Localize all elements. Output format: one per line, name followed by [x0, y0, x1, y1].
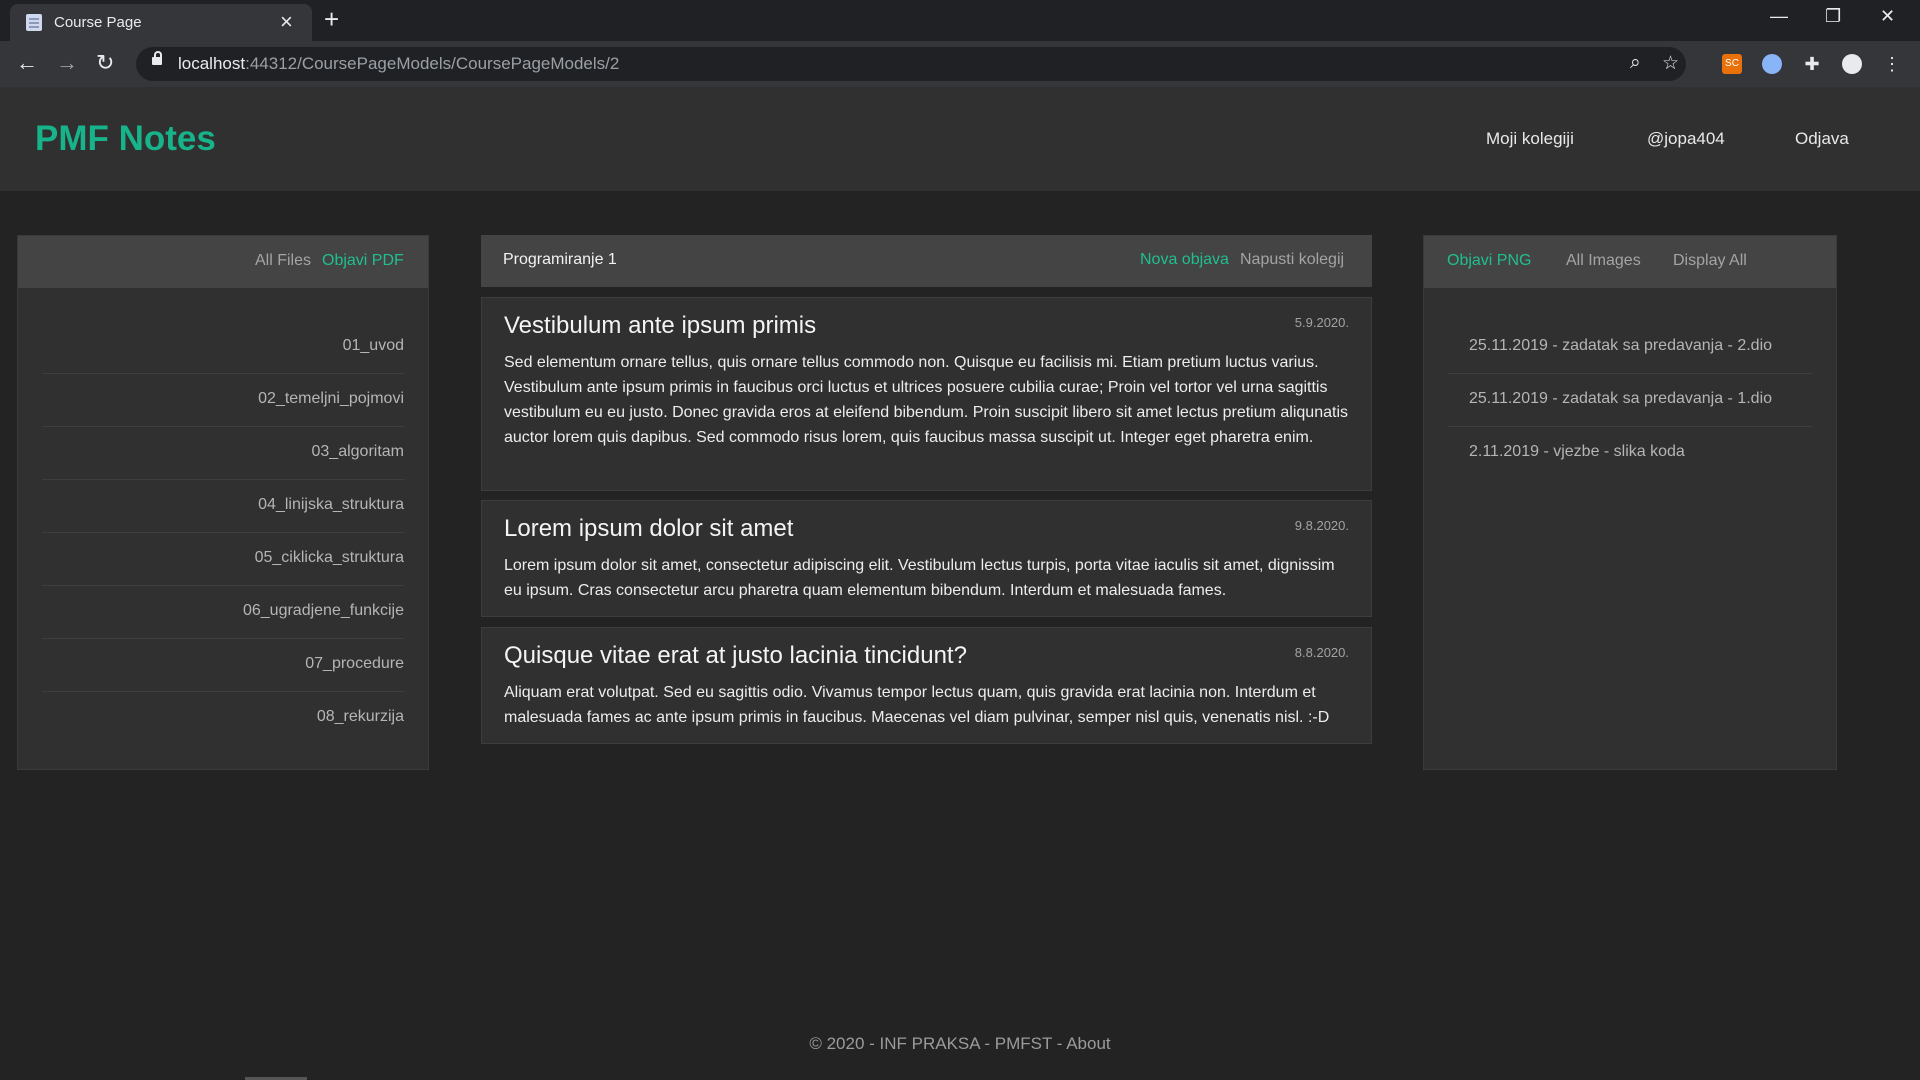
profile-icon[interactable]: [1842, 54, 1862, 74]
restore-icon[interactable]: ❐: [1825, 6, 1841, 27]
page-favicon-icon: [26, 14, 42, 31]
image-item[interactable]: 2.11.2019 - vjezbe - slika koda: [1469, 443, 1685, 461]
post-date: 8.8.2020.: [1294, 645, 1349, 660]
tab-title: Course Page: [54, 14, 142, 31]
post-title: Quisque vitae erat at justo lacinia tinc…: [504, 642, 967, 669]
file-item[interactable]: 02_temeljni_pojmovi: [42, 390, 404, 408]
divider: [42, 426, 404, 427]
image-item[interactable]: 25.11.2019 - zadatak sa predavanja - 1.d…: [1469, 390, 1772, 408]
post-body: Aliquam erat volutpat. Sed eu sagittis o…: [504, 684, 1330, 726]
divider: [1447, 373, 1813, 374]
bookmark-star-icon[interactable]: ☆: [1662, 52, 1679, 75]
address-bar[interactable]: localhost:44312/CoursePageModels/CourseP…: [136, 47, 1686, 81]
reload-icon[interactable]: ↻: [96, 51, 114, 75]
extension-icon[interactable]: SC: [1722, 54, 1742, 74]
file-item[interactable]: 06_ugradjene_funkcije: [42, 602, 404, 620]
forward-icon[interactable]: →: [56, 51, 78, 75]
post-card: Lorem ipsum dolor sit amet 9.8.2020. Lor…: [481, 500, 1372, 617]
brand-logo[interactable]: PMF Notes: [35, 119, 216, 159]
divider: [42, 585, 404, 586]
course-header: Programiranje 1 Nova objava Napusti kole…: [481, 235, 1372, 287]
close-window-icon[interactable]: ✕: [1880, 6, 1895, 27]
browser-tab[interactable]: Course Page ×: [10, 4, 312, 41]
files-panel-header: All Files Objavi PDF: [18, 236, 428, 288]
post-title: Vestibulum ante ipsum primis: [504, 312, 817, 339]
image-item[interactable]: 25.11.2019 - zadatak sa predavanja - 2.d…: [1469, 337, 1772, 355]
course-title: Programiranje 1: [503, 251, 617, 268]
post-card: Quisque vitae erat at justo lacinia tinc…: [481, 627, 1372, 744]
divider: [42, 479, 404, 480]
post-card: Vestibulum ante ipsum primis 5.9.2020. S…: [481, 297, 1372, 491]
divider: [42, 532, 404, 533]
lock-icon: [152, 51, 162, 65]
file-item[interactable]: 04_linijska_struktura: [42, 496, 404, 514]
post-date: 9.8.2020.: [1294, 518, 1349, 533]
post-body: Lorem ipsum dolor sit amet, consectetur …: [504, 557, 1335, 599]
post-body: Sed elementum ornare tellus, quis ornare…: [504, 354, 1348, 446]
new-post-link[interactable]: Nova objava: [1140, 251, 1229, 269]
site-header: PMF Notes Moji kolegiji @jopa404 Odjava: [0, 87, 1920, 191]
extensions-puzzle-icon[interactable]: ✚: [1802, 54, 1822, 74]
publish-pdf-link[interactable]: Objavi PDF: [322, 252, 404, 270]
divider: [1447, 426, 1813, 427]
divider: [42, 638, 404, 639]
files-panel: All Files Objavi PDF 01_uvod 02_temeljni…: [17, 235, 429, 770]
nav-username[interactable]: @jopa404: [1647, 129, 1725, 149]
footer: © 2020 - INF PRAKSA - PMFST - About: [809, 1034, 1111, 1053]
all-files-link[interactable]: All Files: [255, 252, 311, 270]
browser-tabstrip: Course Page × + — ❐ ✕: [0, 0, 1920, 41]
file-item[interactable]: 08_rekurzija: [42, 708, 404, 726]
zoom-icon[interactable]: ⌕: [1630, 52, 1641, 74]
post-title: Lorem ipsum dolor sit amet: [504, 515, 794, 542]
close-tab-icon[interactable]: ×: [280, 10, 293, 34]
extension-circle-icon[interactable]: [1762, 54, 1782, 74]
file-item[interactable]: 01_uvod: [42, 337, 404, 355]
leave-course-link[interactable]: Napusti kolegij: [1240, 251, 1344, 269]
file-item[interactable]: 05_ciklicka_struktura: [42, 549, 404, 567]
all-images-link[interactable]: All Images: [1566, 252, 1641, 270]
display-all-link[interactable]: Display All: [1673, 252, 1747, 270]
images-panel: Objavi PNG All Images Display All 25.11.…: [1423, 235, 1837, 770]
back-icon[interactable]: ←: [16, 51, 38, 75]
file-item[interactable]: 07_procedure: [42, 655, 404, 673]
new-tab-icon[interactable]: +: [324, 6, 339, 32]
minimize-icon[interactable]: —: [1770, 6, 1788, 27]
menu-dots-icon[interactable]: ⋮: [1882, 54, 1902, 74]
publish-png-link[interactable]: Objavi PNG: [1447, 252, 1531, 270]
url-text: localhost:44312/CoursePageModels/CourseP…: [178, 54, 620, 73]
nav-my-courses[interactable]: Moji kolegiji: [1486, 129, 1574, 149]
images-panel-header: Objavi PNG All Images Display All: [1424, 236, 1836, 288]
nav-logout[interactable]: Odjava: [1795, 129, 1849, 149]
file-item[interactable]: 03_algoritam: [42, 443, 405, 461]
post-date: 5.9.2020.: [1294, 315, 1349, 330]
divider: [42, 373, 404, 374]
divider: [42, 691, 404, 692]
browser-toolbar: ← → ↻ localhost:44312/CoursePageModels/C…: [0, 41, 1920, 87]
